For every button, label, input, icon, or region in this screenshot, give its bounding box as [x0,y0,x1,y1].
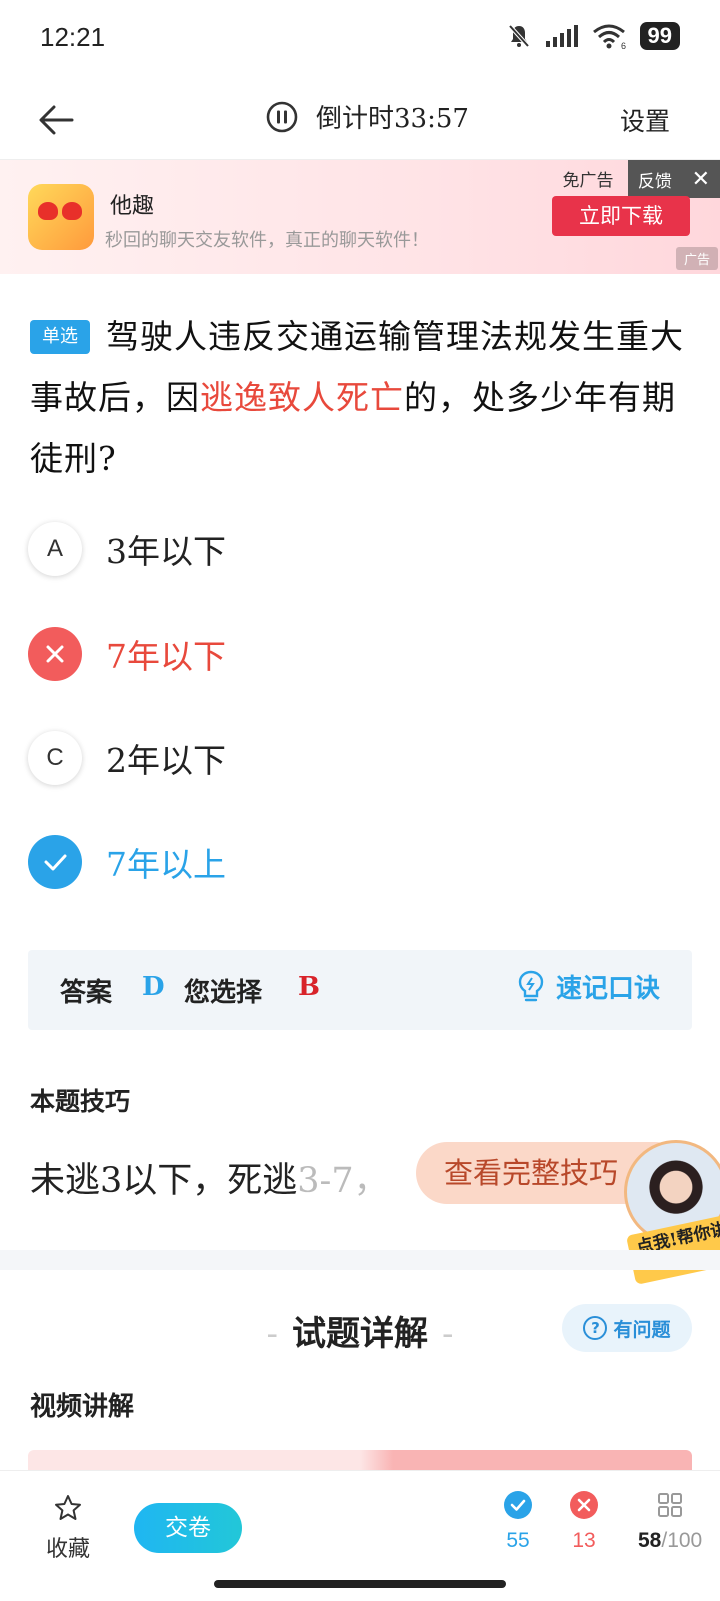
correct-count[interactable]: 55 [504,1491,532,1553]
section-divider [0,1250,720,1270]
signal-icon [545,25,578,47]
your-answer: B [298,972,320,1002]
option-c[interactable]: C 2年以下 [28,730,628,786]
bell-muted-icon [508,24,530,48]
check-icon [28,835,82,889]
favorite-label: 收藏 [45,1537,90,1562]
wifi-label: 6 [621,41,626,50]
countdown-timer[interactable]: 倒计时33:57 [266,98,469,135]
settings-button[interactable]: 设置 [620,102,670,138]
check-icon [504,1491,532,1519]
nav-bar: 倒计时33:57 设置 [0,80,720,160]
question-mark-icon: ? [583,1316,608,1340]
wrong-count[interactable]: 13 [570,1491,598,1553]
wrong-icon [28,627,82,681]
tips-title: 本题技巧 [30,1087,131,1116]
video-section-title: 视频讲解 [30,1392,135,1422]
question-type-tag: 单选 [30,320,90,354]
ad-download-button[interactable]: 立即下载 [552,196,690,236]
ad-description: 秒回的聊天交友软件，真正的聊天软件！ [105,230,429,251]
option-c-text: 2年以下 [106,741,226,780]
progress-current: 58 [638,1529,662,1552]
option-d[interactable]: 7年以上 [28,834,628,890]
tips-text: 未逃3以下，死逃3-7， [30,1152,389,1203]
back-arrow-icon[interactable] [34,98,78,142]
status-bar: 12:21 6 99 [0,0,720,80]
option-b-text: 7年以下 [106,637,226,676]
lightbulb-icon [518,970,544,1001]
option-c-letter: C [28,731,82,785]
video-thumbnail[interactable] [28,1450,692,1470]
close-icon[interactable]: ✕ [692,167,710,192]
status-icons: 6 99 [506,22,680,50]
ad-banner[interactable]: 他趣 秒回的聊天交友软件，真正的聊天软件！ 免广告 反馈 ✕ 立即下载 广告 [0,160,720,274]
option-b[interactable]: 7年以下 [28,626,628,682]
favorite-button[interactable]: 收藏 [40,1493,96,1563]
wrong-count-value: 13 [572,1529,596,1552]
timer-text: 倒计时33:57 [316,104,469,134]
ad-feedback-button[interactable]: 反馈 [638,167,672,192]
correct-answer: D [142,972,165,1002]
grid-icon [658,1493,683,1517]
ad-app-logo [28,184,94,250]
quick-tip-button[interactable]: 速记口诀 [516,968,660,1005]
status-time: 12:21 [40,22,106,52]
ad-label: 广告 [675,247,718,270]
cross-icon [570,1491,598,1519]
report-problem-label: 有问题 [613,1318,671,1341]
remove-ads-button[interactable]: 免广告 [548,166,628,196]
answer-summary: 答案 D 您选择 B 速记口诀 [28,950,692,1030]
tips-text-faded: 3-7， [297,1161,389,1201]
wifi-icon: 6 [592,24,626,50]
option-d-text: 7年以上 [106,845,226,884]
question-grid-button[interactable]: 58/100 [638,1491,702,1553]
progress-counter: 58/100 [638,1529,702,1553]
report-problem-button[interactable]: ? 有问题 [562,1304,692,1352]
home-indicator[interactable] [214,1580,506,1588]
correct-count-value: 55 [506,1529,530,1552]
pause-icon[interactable] [266,101,298,133]
option-a-text: 3年以下 [106,532,226,571]
tips-text-main: 未逃3以下，死逃 [30,1161,298,1201]
your-answer-label: 您选择 [184,978,263,1008]
star-icon [55,1495,81,1520]
quick-tip-label: 速记口诀 [555,974,660,1004]
question-highlight: 逃逸致人死亡 [200,378,404,417]
option-a[interactable]: A 3年以下 [28,521,628,577]
ad-feedback-area: 反馈 ✕ [628,160,720,198]
question-text: 单选 驾驶人违反交通运输管理法规发生重大事故后，因逃逸致人死亡的，处多少年有期徒刑… [30,306,690,489]
answer-label: 答案 [60,978,113,1008]
detail-title-text: 试题详解 [292,1314,428,1354]
option-a-letter: A [28,522,82,576]
battery-indicator: 99 [639,22,680,50]
ad-app-name: 他趣 [110,194,155,219]
progress-total: /100 [661,1529,703,1552]
submit-exam-button[interactable]: 交卷 [134,1503,242,1553]
